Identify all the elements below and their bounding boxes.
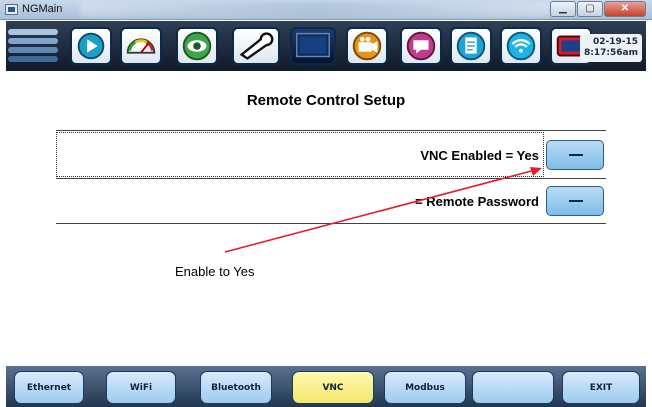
divider	[56, 178, 606, 179]
bottom-tab-bar: Ethernet WiFi Bluetooth VNC Modbus EXIT	[6, 366, 646, 407]
tab-bluetooth[interactable]: Bluetooth	[200, 371, 272, 404]
close-button[interactable]: ✕	[604, 1, 646, 17]
vnc-enabled-label: VNC Enabled = Yes	[420, 148, 539, 163]
titlebar-blurred-region	[80, 2, 550, 17]
tab-wifi[interactable]: WiFi	[106, 371, 176, 404]
minimize-button[interactable]: ▁	[550, 1, 576, 17]
tab-ethernet[interactable]: Ethernet	[14, 371, 84, 404]
remote-password-label: = Remote Password	[415, 194, 539, 209]
datetime-display: 02-19-15 8:17:56am	[580, 34, 642, 62]
page-title: Remote Control Setup	[246, 92, 406, 109]
view-button[interactable]	[176, 27, 218, 65]
play-icon	[77, 32, 105, 60]
window-titlebar: NGMain ▁ ▢ ✕	[0, 0, 652, 20]
monitor-icon	[296, 32, 330, 58]
main-toolbar: 02-19-15 8:17:56am	[6, 21, 646, 71]
minus-icon	[569, 154, 583, 156]
document-button[interactable]	[450, 27, 492, 65]
wifi-icon	[506, 31, 536, 61]
tab-modbus[interactable]: Modbus	[384, 371, 466, 404]
minus-icon	[569, 200, 583, 202]
chat-icon	[406, 31, 436, 61]
document-icon	[456, 31, 486, 61]
app-icon	[5, 4, 18, 15]
camera-button[interactable]	[346, 27, 388, 65]
gauge-icon	[126, 38, 156, 54]
window-title: NGMain	[22, 3, 63, 15]
time-text: 8:17:56am	[584, 48, 638, 58]
eye-icon	[182, 31, 212, 61]
vnc-enabled-toggle-button[interactable]	[546, 140, 604, 170]
tab-vnc[interactable]: VNC	[292, 371, 374, 404]
maximize-button[interactable]: ▢	[577, 1, 603, 17]
messages-button[interactable]	[400, 27, 442, 65]
date-text: 02-19-15	[592, 37, 638, 47]
play-button[interactable]	[70, 27, 112, 65]
gauge-button[interactable]	[120, 27, 162, 65]
camera-icon	[352, 31, 382, 61]
divider	[56, 130, 606, 131]
display-button[interactable]	[290, 27, 336, 65]
wifi-button[interactable]	[500, 27, 542, 65]
divider	[56, 223, 606, 224]
tab-exit[interactable]: EXIT	[562, 371, 640, 404]
menu-icon[interactable]	[8, 27, 62, 65]
annotation-text: Enable to Yes	[175, 264, 255, 279]
window-controls: ▁ ▢ ✕	[549, 1, 646, 17]
tab-blank[interactable]	[472, 371, 554, 404]
settings-button[interactable]	[232, 27, 280, 65]
remote-password-button[interactable]	[546, 186, 604, 216]
wrench-icon	[239, 32, 274, 60]
